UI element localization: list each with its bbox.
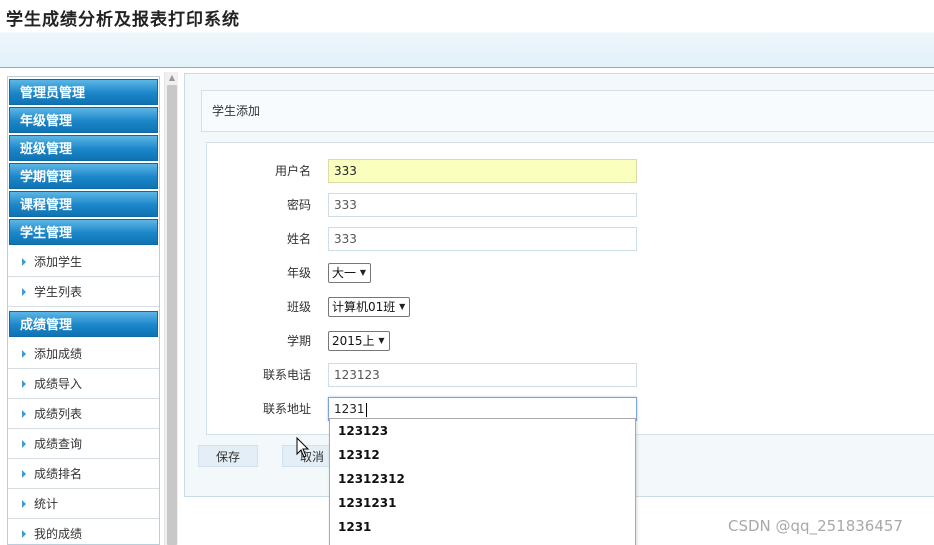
sidebar-item-label: 成绩列表 <box>34 407 83 421</box>
caret-right-icon <box>22 499 26 508</box>
sidebar-group-grade[interactable]: 年级管理 <box>9 107 158 133</box>
sidebar-item-label: 添加成绩 <box>34 347 83 361</box>
sidebar-item-add-score[interactable]: 添加成绩 <box>8 339 159 369</box>
dropdown-arrow-icon: ▼ <box>378 336 385 345</box>
autocomplete-dropdown: 123123 12312 12312312 1231231 1231 <box>329 418 636 545</box>
sidebar-group-label: 班级管理 <box>20 142 73 157</box>
autocomplete-option[interactable]: 12312 <box>330 443 635 467</box>
sidebar-item-statistics[interactable]: 统计 <box>8 489 159 519</box>
sidebar-item-my-score[interactable]: 我的成绩 <box>8 519 159 544</box>
sidebar-item-label: 我的成绩 <box>34 527 83 541</box>
class-select-value: 计算机01班 <box>332 300 396 314</box>
sidebar-item-label: 成绩排名 <box>34 467 83 481</box>
caret-right-icon <box>22 529 26 538</box>
grade-select[interactable]: 大一 ▼ <box>328 263 372 283</box>
autocomplete-option[interactable]: 1231231 <box>330 491 635 515</box>
watermark: CSDN @qq_251836457 <box>728 517 903 535</box>
sidebar-group-admin[interactable]: 管理员管理 <box>9 79 158 105</box>
sidebar-group-label: 年级管理 <box>20 114 73 129</box>
sidebar-item-score-query[interactable]: 成绩查询 <box>8 429 159 459</box>
sidebar-group-course[interactable]: 课程管理 <box>9 191 158 217</box>
sidebar-group-class[interactable]: 班级管理 <box>9 135 158 161</box>
autocomplete-option[interactable]: 1231 <box>330 515 635 539</box>
scroll-up-icon[interactable]: ▲ <box>165 72 179 84</box>
username-input[interactable]: 333 <box>328 159 637 183</box>
sidebar-item-label: 添加学生 <box>34 255 83 269</box>
name-input[interactable]: 333 <box>328 227 637 251</box>
sidebar-item-score-list[interactable]: 成绩列表 <box>8 399 159 429</box>
form-row-username: 用户名 333 <box>207 159 934 183</box>
sidebar-group-student[interactable]: 学生管理 <box>9 219 158 245</box>
grade-select-value: 大一 <box>332 266 357 280</box>
autocomplete-option[interactable]: 12312312 <box>330 467 635 491</box>
class-label: 班级 <box>286 300 311 314</box>
form-row-semester: 学期 2015上 ▼ <box>207 329 934 353</box>
sidebar-group-label: 学生管理 <box>20 226 73 241</box>
sidebar-group-score[interactable]: 成绩管理 <box>9 311 158 337</box>
password-label: 密码 <box>286 198 311 212</box>
caret-right-icon <box>22 349 26 358</box>
sidebar-group-label: 学期管理 <box>20 170 73 185</box>
panel-title: 学生添加 <box>201 90 934 132</box>
grade-label: 年级 <box>286 266 311 280</box>
form-row-class: 班级 计算机01班 ▼ <box>207 295 934 319</box>
sidebar-group-label: 课程管理 <box>20 198 73 213</box>
sidebar-item-add-student[interactable]: 添加学生 <box>8 247 159 277</box>
sidebar-item-student-list[interactable]: 学生列表 <box>8 277 159 307</box>
sidebar-group-label: 成绩管理 <box>20 318 73 333</box>
app-title: 学生成绩分析及报表打印系统 <box>6 10 240 30</box>
dropdown-arrow-icon: ▼ <box>359 268 367 277</box>
sidebar-item-label: 统计 <box>34 497 59 511</box>
sidebar-scrollbar[interactable]: ▲ <box>164 72 178 545</box>
class-select[interactable]: 计算机01班 ▼ <box>328 297 411 317</box>
caret-right-icon <box>22 469 26 478</box>
phone-label: 联系电话 <box>262 368 311 382</box>
password-input[interactable]: 333 <box>328 193 637 217</box>
form-row-name: 姓名 333 <box>207 227 934 251</box>
scrollbar-thumb[interactable] <box>167 85 177 545</box>
sidebar-group-label: 管理员管理 <box>20 86 86 101</box>
sidebar-item-score-rank[interactable]: 成绩排名 <box>8 459 159 489</box>
mouse-pointer-icon <box>296 437 310 458</box>
app-window: 学生成绩分析及报表打印系统 管理员管理 年级管理 班级管理 学期管理 课程管理 … <box>0 0 934 545</box>
address-input-value: 1231 <box>334 402 365 416</box>
sidebar-item-label: 学生列表 <box>34 285 83 299</box>
form-row-password: 密码 333 <box>207 193 934 217</box>
username-label: 用户名 <box>274 164 311 178</box>
dropdown-arrow-icon: ▼ <box>399 302 406 311</box>
semester-label: 学期 <box>286 334 311 348</box>
caret-right-icon <box>22 409 26 418</box>
sidebar-item-import-score[interactable]: 成绩导入 <box>8 369 159 399</box>
app-header: 学生成绩分析及报表打印系统 <box>0 0 934 68</box>
sidebar-item-label: 成绩导入 <box>34 377 83 391</box>
phone-input[interactable]: 123123 <box>328 363 637 387</box>
caret-right-icon <box>22 439 26 448</box>
student-form: 用户名 333 密码 333 姓名 333 年级 大一 ▼ 班级 计算机01班 ▼ … <box>206 142 934 435</box>
save-button[interactable]: 保存 <box>198 445 258 467</box>
semester-select[interactable]: 2015上 ▼ <box>328 331 390 351</box>
semester-select-value: 2015上 <box>332 334 375 348</box>
sidebar-group-semester[interactable]: 学期管理 <box>9 163 158 189</box>
form-row-phone: 联系电话 123123 <box>207 363 934 387</box>
caret-right-icon <box>22 287 26 296</box>
autocomplete-option[interactable]: 123123 <box>330 419 635 443</box>
address-label: 联系地址 <box>262 402 311 416</box>
sidebar-item-label: 成绩查询 <box>34 437 83 451</box>
caret-right-icon <box>22 379 26 388</box>
form-row-grade: 年级 大一 ▼ <box>207 261 934 285</box>
caret-right-icon <box>22 257 26 266</box>
name-label: 姓名 <box>286 232 311 246</box>
sidebar: 管理员管理 年级管理 班级管理 学期管理 课程管理 学生管理 添加学生 学生列表… <box>7 76 160 545</box>
text-caret <box>365 402 367 417</box>
